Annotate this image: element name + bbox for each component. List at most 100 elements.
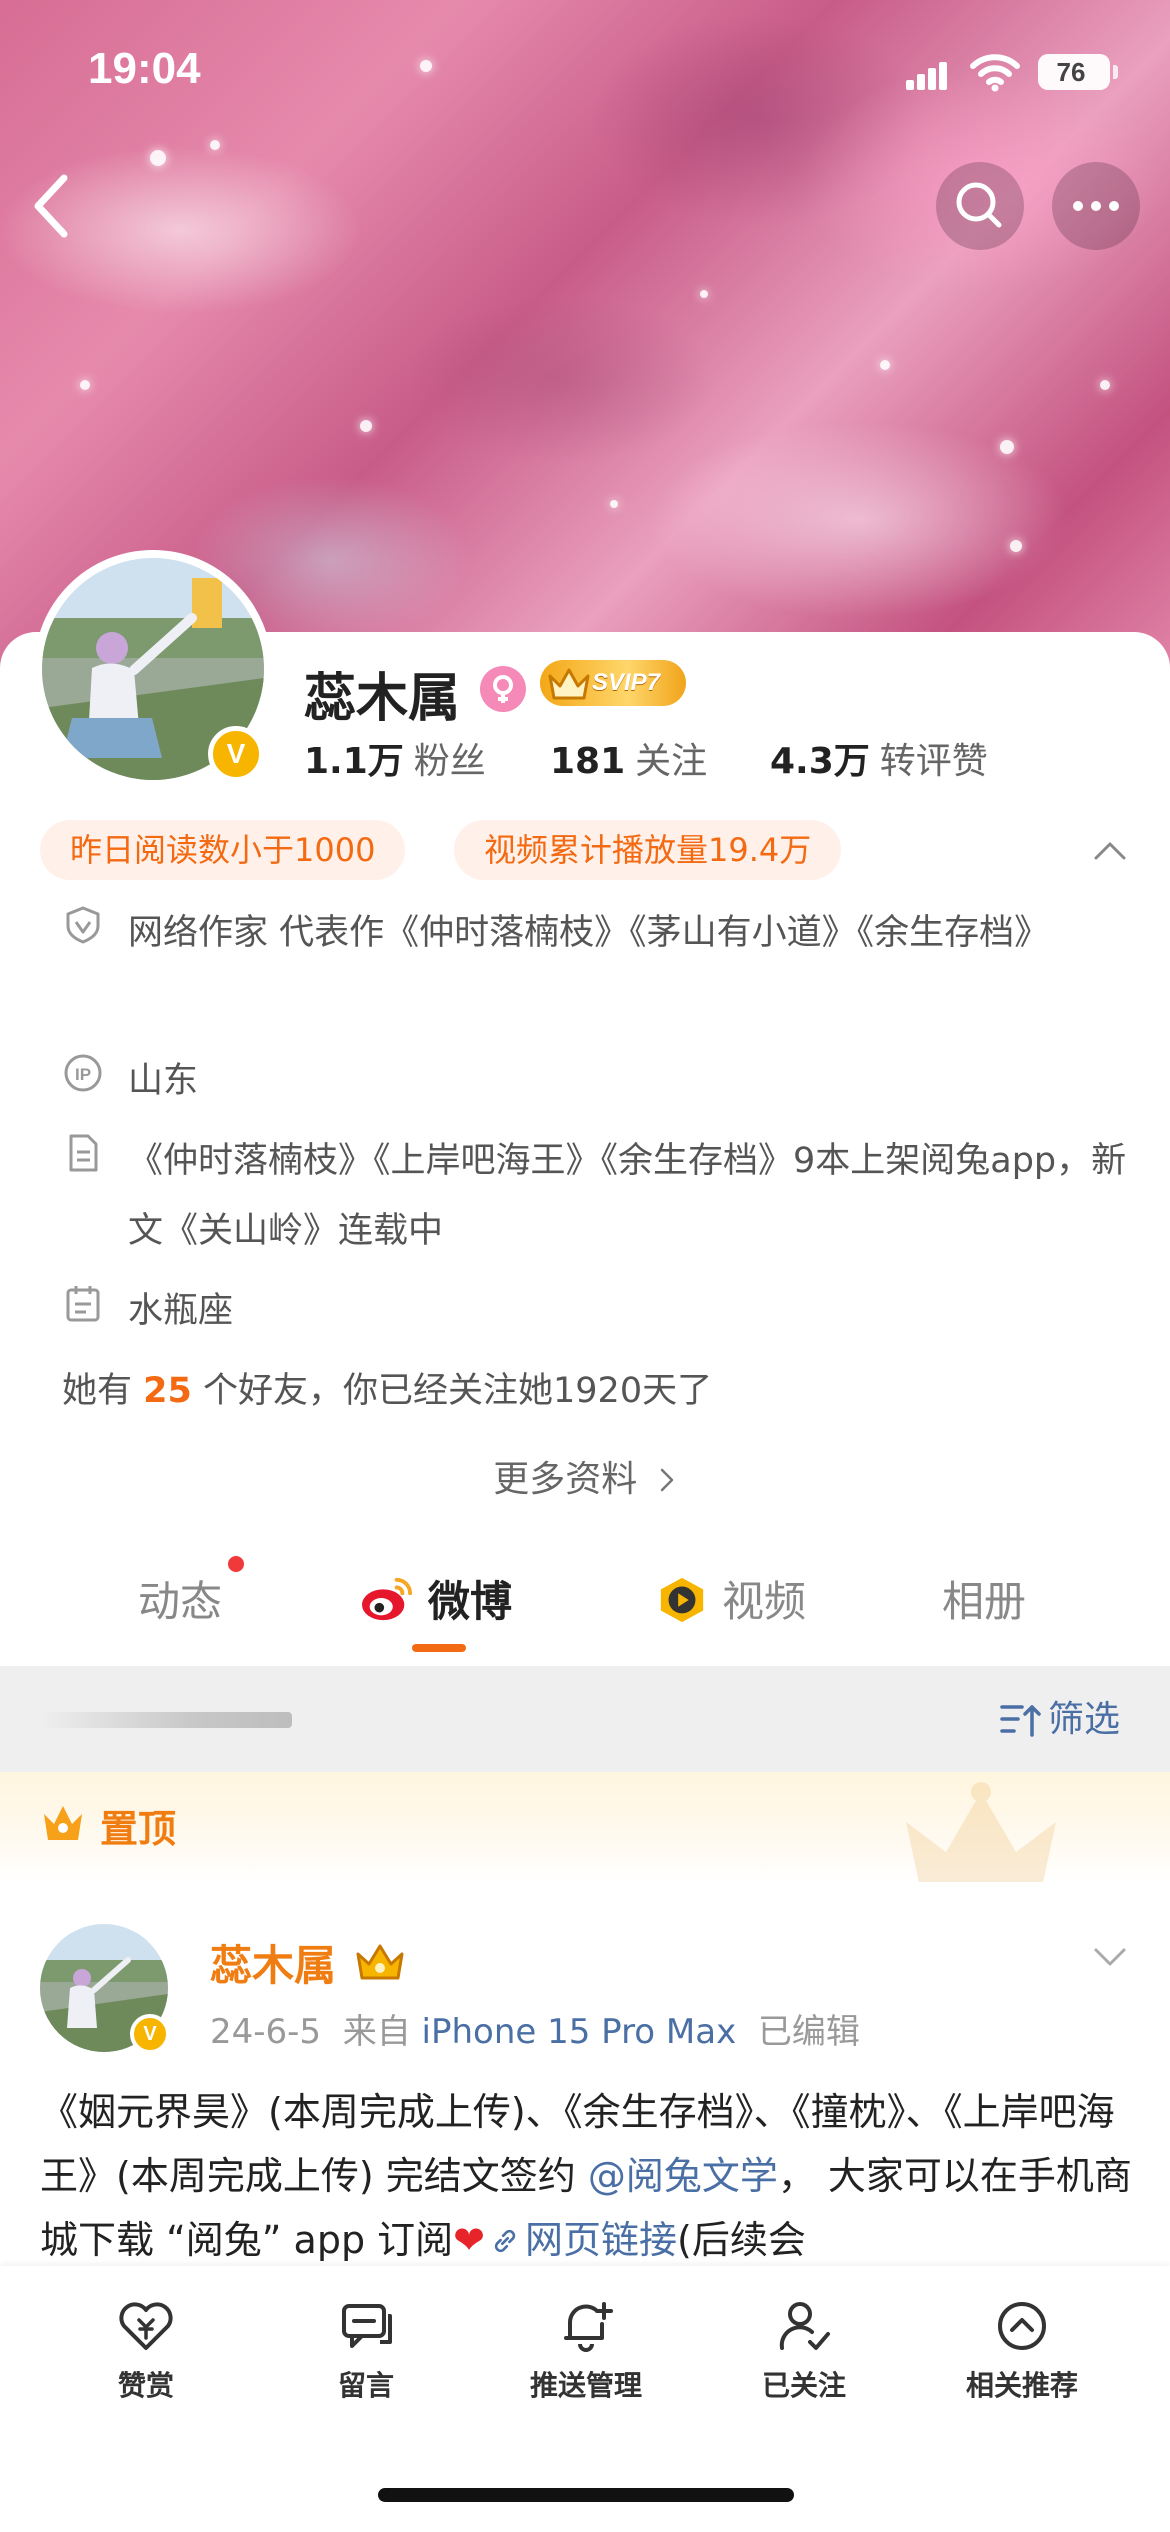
friends-prefix: 她有 — [62, 1371, 133, 1411]
profile-tabs: 动态 微博 视频 相册 — [0, 1540, 1170, 1666]
tag-reading[interactable]: 昨日阅读数小于1000 — [40, 820, 406, 880]
search-icon — [956, 182, 1002, 228]
filter-button[interactable]: 筛选 — [998, 1692, 1120, 1748]
action-label: 推送管理 — [529, 2369, 642, 2402]
reward-button[interactable]: 赞赏 — [36, 2296, 256, 2416]
info-row-works: 《仲时落楠枝》《上岸吧海王》《余生存档》9本上架阅兔app，新文《关山岭》连载中 — [62, 1126, 1126, 1266]
battery-icon: 76 — [1038, 54, 1118, 90]
chevron-up-icon[interactable] — [1090, 830, 1130, 870]
post-text[interactable]: 《姻元界昊》(本周完成上传)、《余生存档》、《撞枕》、《上岸吧海王》(本周完成上… — [40, 2080, 1140, 2272]
friends-line[interactable]: 她有 25 个好友，你已经关注她1920天了 — [62, 1362, 712, 1413]
stat-followers[interactable]: 1.1万 粉丝 — [304, 732, 486, 784]
crown-watermark-icon — [906, 1782, 1056, 1882]
stat-following[interactable]: 181 关注 — [550, 732, 707, 784]
action-label: 留言 — [337, 2369, 394, 2402]
action-label: 已关注 — [761, 2369, 846, 2402]
search-button[interactable] — [936, 162, 1024, 250]
post-author[interactable]: 蕊木属 — [210, 1932, 336, 1993]
sparkle — [1000, 440, 1014, 454]
post-mention[interactable]: @阅兔文学 — [588, 2154, 778, 2198]
wifi-icon — [970, 54, 1020, 92]
signal-icon — [906, 62, 948, 90]
svip-badge[interactable]: SVIP7 — [540, 660, 686, 706]
crown-icon — [548, 668, 590, 700]
post-text-part: (后续会 — [677, 2218, 806, 2262]
info-text: 水瓶座 — [128, 1291, 234, 1331]
tab-label: 微博 — [428, 1577, 513, 1626]
reward-heart-icon — [119, 2302, 173, 2350]
action-label: 相关推荐 — [965, 2369, 1078, 2402]
stat-value: 1.1万 — [304, 741, 404, 782]
weibo-icon — [362, 1577, 412, 1621]
status-bar: 19:04 76 — [0, 0, 1170, 150]
back-button[interactable] — [24, 168, 84, 244]
document-icon — [69, 1134, 98, 1172]
status-time: 19:04 — [88, 44, 201, 93]
chevron-up-circle-icon — [998, 2302, 1046, 2350]
tab-feed[interactable]: 动态 — [138, 1568, 222, 1628]
message-button[interactable]: 留言 — [256, 2296, 476, 2416]
push-settings-button[interactable]: 推送管理 — [476, 2296, 696, 2416]
bell-plus-icon — [564, 2302, 613, 2352]
verified-badge: V — [208, 726, 264, 782]
tab-label: 相册 — [942, 1577, 1027, 1626]
info-row-zodiac: 水瓶座 — [62, 1276, 1122, 1346]
tag-video-plays[interactable]: 视频累计播放量19.4万 — [454, 820, 842, 880]
notification-dot — [228, 1556, 244, 1572]
crown-icon — [44, 1806, 82, 1840]
user-check-icon — [779, 2302, 830, 2350]
sparkle — [610, 500, 618, 508]
chevron-right-icon — [660, 1468, 673, 1492]
pinned-bar: 置顶 — [0, 1772, 1170, 1882]
calendar-icon — [66, 1286, 100, 1322]
svip-crown-icon — [356, 1944, 404, 1980]
stat-label: 关注 — [635, 741, 708, 782]
stat-label: 粉丝 — [413, 741, 486, 782]
tab-label: 视频 — [722, 1577, 807, 1626]
filter-icon — [1000, 1705, 1041, 1737]
post-date: 24-6-5 — [210, 2012, 322, 2052]
info-row-bio: 网络作家 代表作《仲时落楠枝》《茅山有小道》《余生存档》 — [62, 898, 1122, 1038]
sparkle — [360, 420, 372, 432]
info-row-ip: IP 山东 — [62, 1046, 1122, 1116]
action-label: 赞赏 — [117, 2369, 174, 2402]
chevron-down-icon[interactable] — [1090, 1936, 1130, 1976]
info-text: 山东 — [128, 1061, 199, 1101]
following-button[interactable]: 已关注 — [694, 2296, 914, 2416]
sparkle — [1010, 540, 1022, 552]
stat-value: 4.3万 — [770, 741, 870, 782]
info-text: 《仲时落楠枝》《上岸吧海王》《余生存档》9本上架阅兔app，新文《关山岭》连载中 — [128, 1141, 1127, 1251]
sparkle — [880, 360, 890, 370]
sparkle — [150, 150, 166, 166]
stat-likes[interactable]: 4.3万 转评赞 — [770, 732, 988, 784]
post-source[interactable]: iPhone 15 Pro Max — [422, 2012, 737, 2052]
post-link-label: 网页链接 — [524, 2218, 677, 2262]
more-icon — [1073, 201, 1119, 211]
post-edited: 已编辑 — [757, 2012, 860, 2052]
more-info-link[interactable]: 更多资料 — [0, 1450, 1170, 1502]
tab-active-indicator — [412, 1644, 466, 1652]
loading-placeholder — [40, 1712, 292, 1728]
home-indicator — [378, 2488, 794, 2502]
tab-weibo[interactable]: 微博 — [358, 1568, 512, 1628]
battery-level: 76 — [1056, 57, 1086, 87]
info-text: 网络作家 代表作《仲时落楠枝》《茅山有小道》《余生存档》 — [128, 913, 1050, 953]
ip-icon: IP — [64, 1054, 102, 1092]
more-info-label: 更多资料 — [493, 1459, 638, 1500]
tab-video[interactable]: 视频 — [654, 1568, 806, 1628]
friends-count: 25 — [143, 1371, 192, 1411]
tab-album[interactable]: 相册 — [942, 1568, 1026, 1628]
more-button[interactable] — [1052, 162, 1140, 250]
svg-text:IP: IP — [75, 1065, 91, 1084]
link-icon — [494, 2229, 516, 2253]
sparkle — [1100, 380, 1110, 390]
shield-icon — [66, 906, 100, 944]
post-link[interactable]: 网页链接 — [485, 2218, 677, 2262]
verified-badge: V — [130, 2014, 170, 2054]
pinned-label: 置顶 — [100, 1807, 177, 1851]
female-icon — [480, 666, 526, 712]
sparkle — [700, 290, 708, 298]
related-recommend-button[interactable]: 相关推荐 — [912, 2296, 1132, 2416]
filter-label: 筛选 — [1048, 1699, 1121, 1740]
friends-suffix: 个好友，你已经关注她1920天了 — [203, 1371, 713, 1411]
